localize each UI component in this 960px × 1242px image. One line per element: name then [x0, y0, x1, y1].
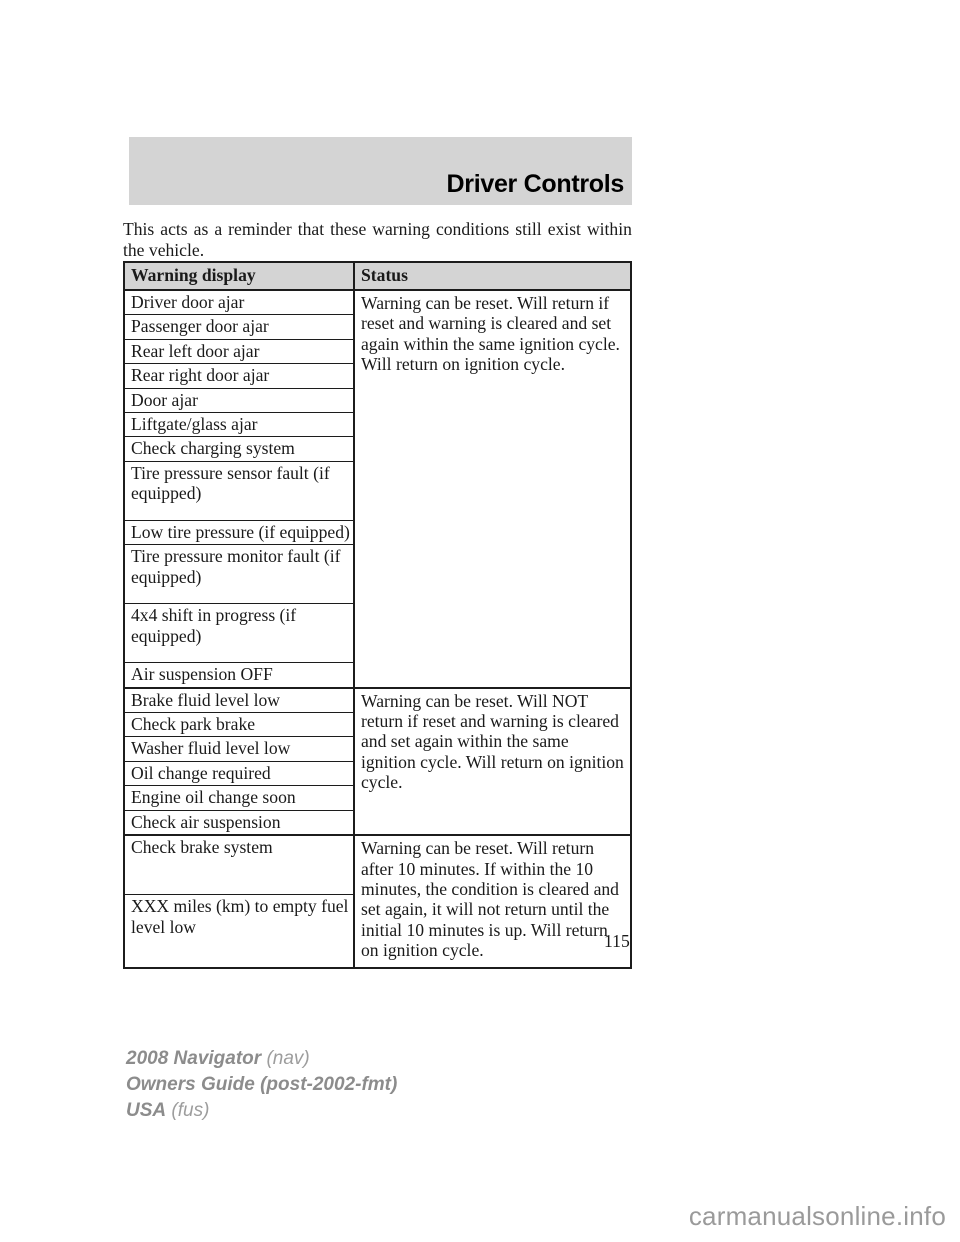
- table-row: Brake fluid level low: [125, 689, 353, 714]
- table-row: Door ajar: [125, 389, 353, 414]
- intro-line-1: This acts as a reminder that these warning condi…: [123, 219, 632, 239]
- table-group: Brake fluid level low Check park brake W…: [125, 688, 630, 837]
- table-row: Driver door ajar: [125, 291, 353, 316]
- page-number: 115: [604, 931, 630, 951]
- table-row: Liftgate/glass ajar: [125, 413, 353, 438]
- table-row: Passenger door ajar: [125, 315, 353, 340]
- table-row: Check brake system: [125, 836, 353, 896]
- table-row: 4x4 shift in progress (if equipped): [125, 604, 353, 664]
- intro-paragraph: This acts as a reminder that these warning condi…: [123, 219, 632, 261]
- section-banner: Driver Controls: [129, 137, 632, 205]
- table-row: Check charging system: [125, 437, 353, 462]
- table-row: Washer fluid level low: [125, 737, 353, 762]
- table-row: Engine oil change soon: [125, 786, 353, 811]
- footer-market: USA: [126, 1100, 167, 1121]
- footer-market-code: (fus): [166, 1100, 210, 1121]
- table-row: Check air suspension: [131, 811, 281, 832]
- table-row: Air suspension OFF: [131, 664, 273, 685]
- footer-line-1: 2008 Navigator (nav): [126, 1046, 397, 1072]
- warning-column: Driver door ajar Passenger door ajar Rea…: [125, 291, 355, 687]
- table-row: Tire pressure monitor fault (if equipped…: [125, 545, 353, 605]
- intro-line-2: the vehicle.: [123, 240, 205, 260]
- footer-model-code: (nav): [261, 1048, 310, 1069]
- page-title: Driver Controls: [446, 170, 625, 198]
- footer-line-3: USA (fus): [126, 1098, 397, 1124]
- warning-column: Brake fluid level low Check park brake W…: [125, 688, 355, 835]
- column-header-warning-display: Warning display: [125, 263, 355, 289]
- status-cell: Warning can be reset. Will return after …: [361, 838, 619, 961]
- table-row: Check park brake: [125, 713, 353, 738]
- status-cell: Warning can be reset. Will return if res…: [361, 293, 620, 375]
- table-row: Oil change required: [125, 762, 353, 787]
- footer-guide: Owners Guide (post-2002-fmt): [126, 1074, 398, 1095]
- warning-status-table: Warning display Status Driver door ajar …: [123, 261, 632, 970]
- status-cell: Warning can be reset. Will NOT return if…: [361, 690, 624, 793]
- table-row: Rear right door ajar: [125, 364, 353, 389]
- table-group: Check brake system XXX miles (km) to emp…: [125, 836, 630, 968]
- warning-column: Check brake system XXX miles (km) to emp…: [125, 836, 355, 968]
- table-header-row: Warning display Status: [125, 263, 630, 291]
- footer-meta: 2008 Navigator (nav) Owners Guide (post-…: [126, 1046, 397, 1124]
- footer-model: 2008 Navigator: [126, 1048, 262, 1069]
- column-header-status: Status: [361, 265, 408, 285]
- footer-line-2: Owners Guide (post-2002-fmt): [126, 1072, 397, 1098]
- table-group: Driver door ajar Passenger door ajar Rea…: [125, 291, 630, 689]
- table-row: XXX miles (km) to empty fuel level low: [131, 896, 349, 937]
- table-row: Low tire pressure (if equipped): [125, 521, 353, 546]
- table-row: Tire pressure sensor fault (if equipped): [125, 462, 353, 521]
- table-row: Rear left door ajar: [125, 340, 353, 365]
- manual-page: Driver Controls This acts as a reminder that t…: [0, 0, 960, 1242]
- site-watermark: carmanualsonline.info: [688, 1201, 946, 1231]
